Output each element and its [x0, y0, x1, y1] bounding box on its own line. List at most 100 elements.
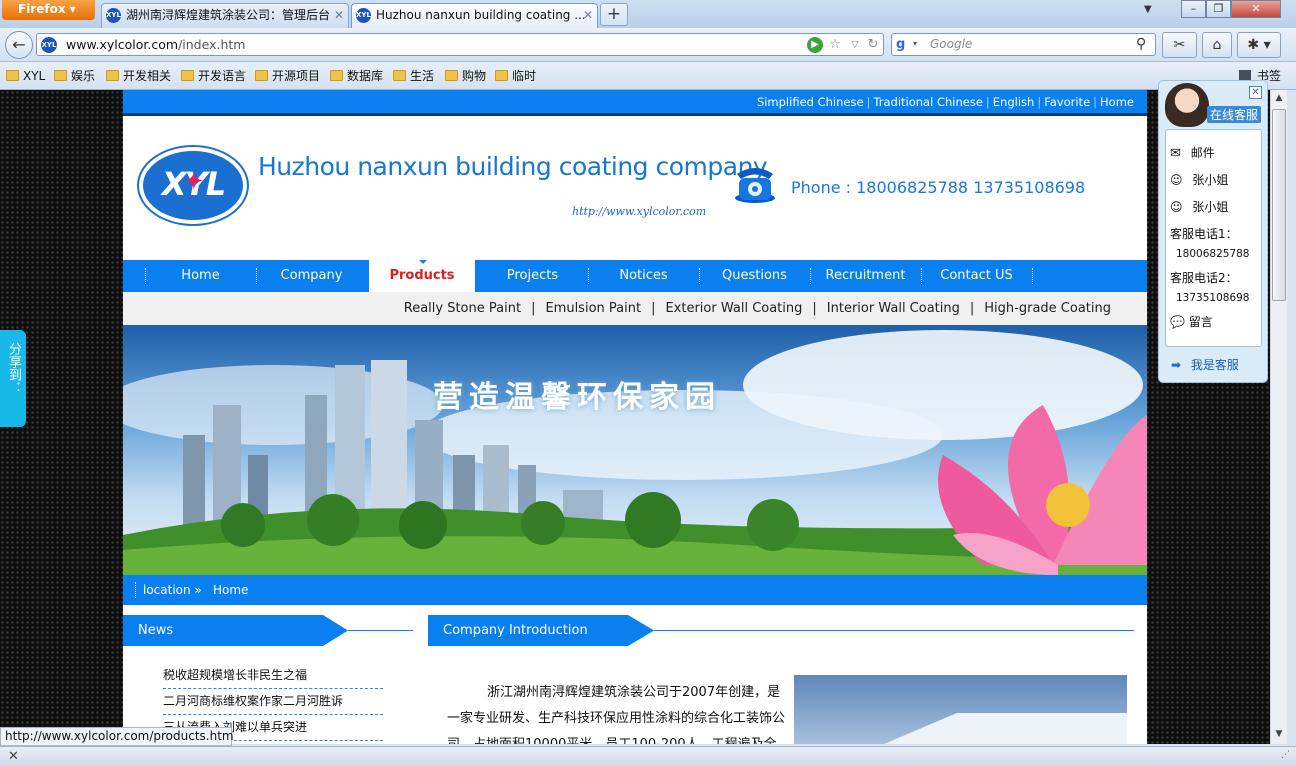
bookmark-label: 数据库	[347, 69, 384, 83]
bookmark-folder[interactable]: 生活	[391, 68, 434, 86]
tab-home[interactable]: XYL Huzhou nanxun building coating ... ✕	[351, 3, 598, 28]
nav-projects[interactable]: Projects	[477, 260, 588, 292]
subnav-high-grade-coating[interactable]: High-grade Coating	[984, 301, 1111, 316]
close-window-button[interactable]: ✕	[1231, 0, 1281, 18]
service-footer[interactable]: ➡ 我是客服	[1171, 356, 1239, 373]
service-agent[interactable]: ☺ 张小姐	[1170, 171, 1228, 188]
firefox-menu-button[interactable]: Firefox ▾	[2, 0, 95, 20]
close-icon[interactable]: ✕	[8, 749, 19, 764]
service-email[interactable]: ✉ 邮件	[1170, 144, 1215, 161]
go-icon[interactable]: ▶	[807, 37, 823, 53]
intro-paragraph: 浙江湖州南浔辉煌建筑涂装公司于2007年创建，是一家专业研发、生产科技环保应用性…	[447, 685, 786, 744]
close-icon[interactable]: ✕	[581, 8, 595, 22]
minimize-button[interactable]: –	[1181, 0, 1206, 18]
bookmark-folder[interactable]: 购物	[443, 68, 486, 86]
vertical-scrollbar[interactable]: ▲ ▼	[1270, 90, 1287, 744]
bookmark-folder[interactable]: XYL	[4, 68, 45, 86]
scrollbar-thumb[interactable]	[1272, 109, 1286, 301]
scroll-down-icon[interactable]: ▼	[1272, 727, 1286, 742]
bookmark-folder[interactable]: 开发语言	[179, 68, 246, 86]
home-icon[interactable]: ⌂	[1202, 32, 1232, 58]
nav-company[interactable]: Company	[256, 260, 367, 292]
nav-questions[interactable]: Questions	[699, 260, 810, 292]
url-path: /index.htm	[178, 37, 246, 52]
news-item[interactable]: 二月河商标维权案作家二月河胜诉	[163, 689, 383, 715]
site-favicon-icon: XYL	[41, 37, 57, 53]
link-home[interactable]: Home	[1100, 95, 1134, 109]
nav-contact-us[interactable]: Contact US	[921, 260, 1032, 292]
location-label: location »	[143, 583, 202, 597]
resize-grip-icon[interactable]: ⋰	[1281, 750, 1290, 760]
google-icon[interactable]: g	[896, 37, 912, 53]
nav-products[interactable]: Products	[369, 258, 475, 292]
url-bar[interactable]: XYL www.xylcolor.com/index.htm ▶ ☆ ▽ ↻	[36, 33, 884, 56]
tab-list-icon[interactable]: ▼	[1144, 4, 1152, 15]
scissors-icon[interactable]: ✂	[1162, 32, 1197, 58]
star-icon: ✦	[183, 167, 205, 197]
dropdown-icon[interactable]: ▽	[847, 37, 863, 53]
site-favicon-icon: XYL	[106, 8, 121, 23]
folder-icon	[330, 70, 343, 81]
site-logo[interactable]: XYL ✦	[139, 147, 247, 224]
bookmark-folder[interactable]: 临时	[493, 68, 536, 86]
top-links: Simplified Chinese | Traditional Chinese | E…	[756, 95, 1134, 109]
subnav-emulsion-paint[interactable]: Emulsion Paint	[545, 301, 641, 316]
close-icon[interactable]: ✕	[332, 8, 346, 22]
service-message[interactable]: 💬 留言	[1170, 313, 1213, 330]
url-text[interactable]: www.xylcolor.com/index.htm	[66, 37, 245, 52]
close-icon[interactable]: ✕	[1249, 86, 1262, 99]
agent-avatar	[1165, 83, 1209, 127]
service-agent-label: 张小姐	[1192, 200, 1229, 214]
news-item[interactable]: 税收超规模增长非民生之福	[163, 663, 383, 689]
firefox-menu-label: Firefox	[18, 2, 66, 16]
tab-admin[interactable]: XYL 湖州南浔辉煌建筑涂装公司：管理后台 ✕	[101, 3, 349, 28]
share-tab[interactable]: 分享到：	[0, 330, 26, 427]
service-header: 在线客服	[1207, 106, 1262, 123]
intro-title: Company Introduction	[443, 623, 588, 638]
service-footer-label: 我是客服	[1190, 358, 1239, 372]
link-favorite[interactable]: Favorite	[1044, 95, 1090, 109]
bookmark-label: XYL	[23, 69, 46, 83]
subnav-really-stone-paint[interactable]: Really Stone Paint	[404, 301, 521, 316]
arrow-right-icon: ➡	[1171, 358, 1182, 372]
bookmark-label: 临时	[512, 69, 537, 83]
mail-icon: ✉	[1170, 146, 1181, 161]
addon-icon[interactable]: ✱ ▾	[1237, 32, 1281, 58]
bookmark-folder[interactable]: 数据库	[328, 68, 383, 86]
active-indicator-icon	[419, 260, 427, 264]
bookmark-label: 开源项目	[272, 69, 321, 83]
maximize-button[interactable]: ❐	[1206, 0, 1231, 18]
service-agent[interactable]: ☺ 张小姐	[1170, 198, 1228, 215]
scroll-up-icon[interactable]: ▲	[1272, 91, 1286, 106]
bookmark-star-icon[interactable]: ☆	[827, 37, 843, 53]
back-button[interactable]: ←	[5, 31, 33, 59]
nav-home[interactable]: Home	[145, 260, 256, 292]
hotline2-number: 13735108698	[1176, 292, 1250, 304]
bookmark-folder[interactable]: 开源项目	[253, 68, 320, 86]
nav-recruitment[interactable]: Recruitment	[810, 260, 921, 292]
search-input[interactable]: Google	[930, 37, 972, 51]
folder-icon	[255, 70, 268, 81]
site-title: Huzhou nanxun building coating company	[258, 152, 768, 181]
reload-icon[interactable]: ↻	[865, 37, 881, 53]
nav-notices[interactable]: Notices	[588, 260, 699, 292]
bookmark-folder[interactable]: 娱乐	[52, 68, 95, 86]
divider	[348, 630, 413, 631]
bookmark-folder[interactable]: 开发相关	[104, 68, 171, 86]
tab-title: Huzhou nanxun building coating ...	[376, 8, 586, 22]
site-favicon-icon: XYL	[356, 8, 371, 23]
new-tab-button[interactable]: +	[600, 3, 628, 26]
breadcrumb-home[interactable]: Home	[213, 575, 248, 605]
folder-icon	[181, 70, 194, 81]
subnav-interior-wall-coating[interactable]: Interior Wall Coating	[827, 301, 960, 316]
subnav-exterior-wall-coating[interactable]: Exterior Wall Coating	[665, 301, 802, 316]
engine-dropdown-icon[interactable]: ▾	[913, 39, 917, 48]
page-viewport: Simplified Chinese | Traditional Chinese | E…	[0, 90, 1270, 744]
hero-banner: 营造温馨环保家园	[123, 325, 1147, 575]
search-icon[interactable]: ⚲	[1136, 36, 1146, 52]
search-bar[interactable]: g ▾ Google ⚲	[891, 33, 1156, 56]
link-simplified-chinese[interactable]: Simplified Chinese	[757, 95, 864, 109]
link-english[interactable]: English	[993, 95, 1035, 109]
banner-slogan: 营造温馨环保家园	[433, 380, 721, 415]
link-traditional-chinese[interactable]: Traditional Chinese	[873, 95, 982, 109]
